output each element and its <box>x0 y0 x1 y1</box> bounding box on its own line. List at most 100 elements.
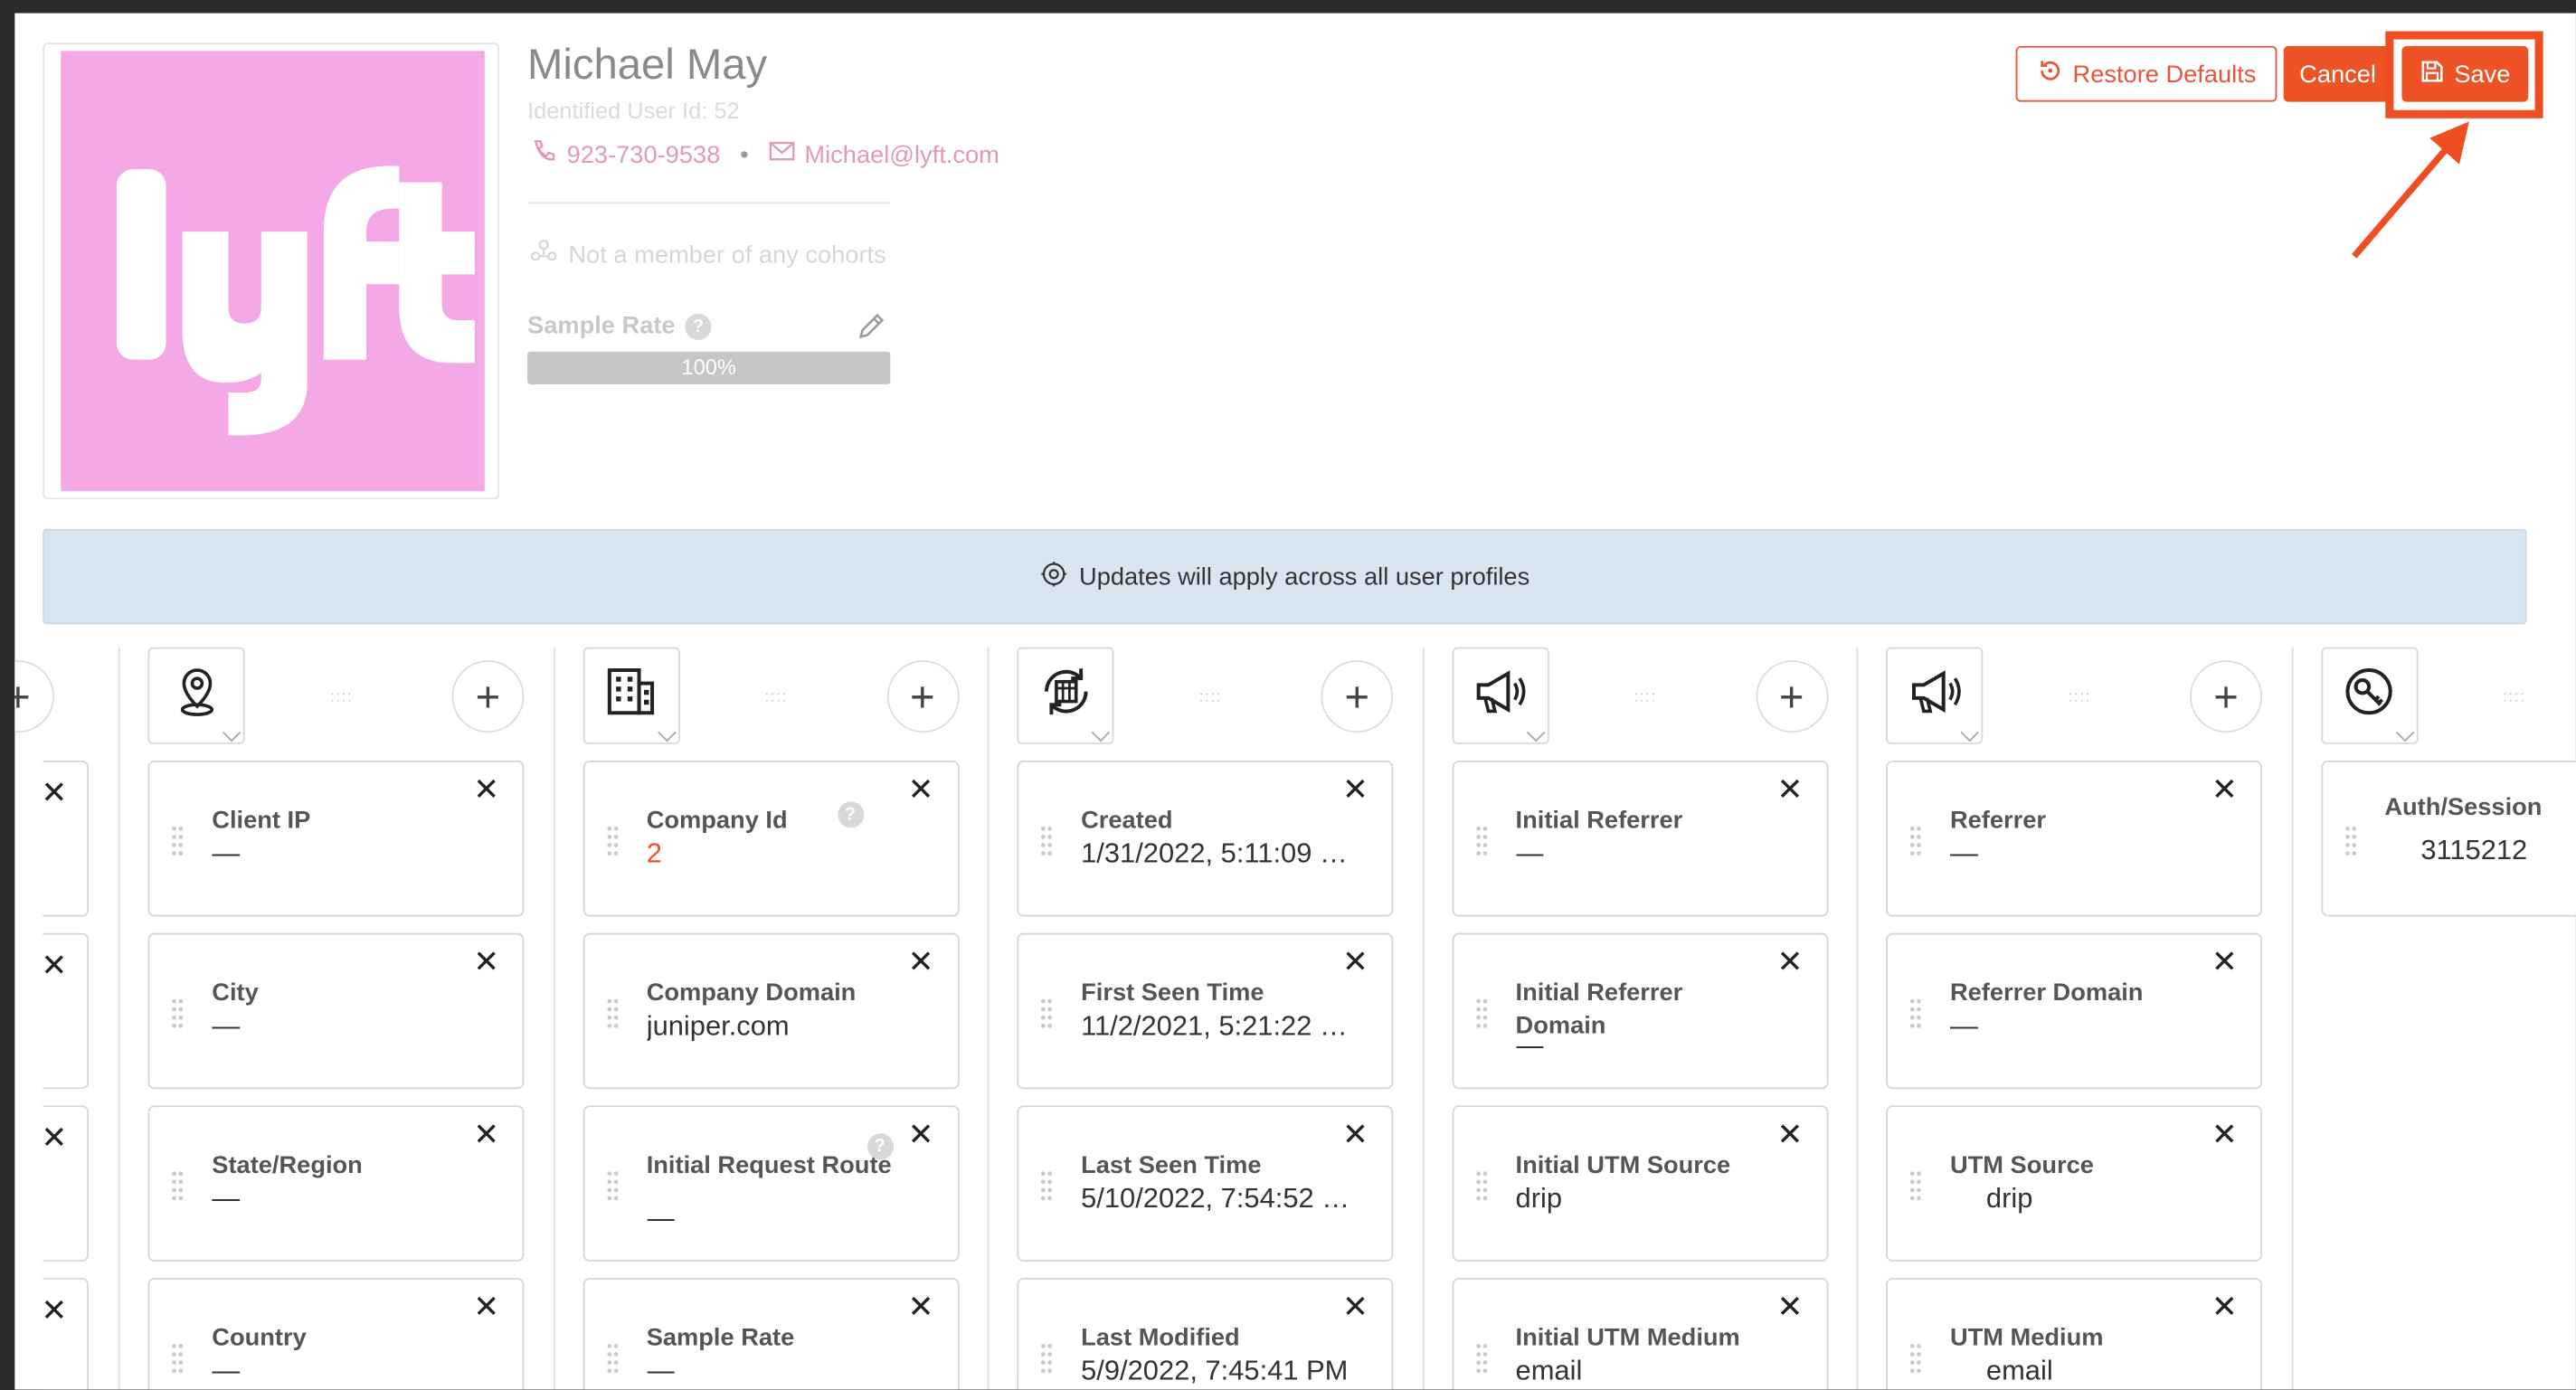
remove-property-icon[interactable]: ✕ <box>473 775 499 807</box>
remove-property-icon[interactable]: ✕ <box>1776 1121 1803 1152</box>
property-card[interactable]: ✕ Initial UTM Medium email <box>1451 1278 1828 1390</box>
column-calendar-refresh-selector[interactable] <box>1017 647 1114 744</box>
remove-property-icon[interactable]: ✕ <box>2211 1121 2238 1152</box>
column-drag-handle[interactable]: :::: <box>1199 689 1222 704</box>
drag-grip-icon[interactable] <box>1039 1169 1054 1203</box>
remove-property-icon[interactable]: ✕ <box>41 1121 67 1158</box>
remove-property-icon[interactable]: ✕ <box>908 1121 934 1152</box>
remove-property-icon[interactable]: ✕ <box>473 948 499 979</box>
remove-property-icon[interactable]: ✕ <box>2211 1292 2238 1324</box>
column-drag-handle[interactable]: :::: <box>330 689 353 704</box>
add-property-button[interactable]: + <box>886 660 959 733</box>
property-card[interactable]: ✕Auth/Session3115212 <box>2320 760 2576 917</box>
property-card[interactable]: ✕ Initial Referrer Domain — <box>1451 932 1828 1090</box>
remove-property-icon[interactable]: ✕ <box>1342 775 1368 807</box>
phone-link[interactable]: 923-730-9538 <box>567 140 721 168</box>
remove-property-icon[interactable]: ✕ <box>908 775 934 807</box>
drag-grip-icon[interactable] <box>170 1341 185 1376</box>
property-value: 11/2/2021, 5:21:22 … <box>1081 1010 1348 1042</box>
column-drag-handle[interactable]: :::: <box>2069 689 2091 704</box>
drag-grip-icon[interactable] <box>1039 997 1054 1030</box>
remove-property-icon[interactable]: ✕ <box>1776 775 1803 807</box>
drag-grip-icon[interactable] <box>1039 1341 1054 1376</box>
column-drag-handle[interactable]: :::: <box>2503 689 2525 704</box>
property-card[interactable]: ✕ UTM Medium email <box>1886 1278 2263 1390</box>
column-location-pin-selector[interactable] <box>147 647 245 744</box>
drag-grip-icon[interactable] <box>1474 824 1488 858</box>
help-icon[interactable]: ? <box>867 1133 894 1160</box>
property-card[interactable]: ✕ UTM Source drip <box>1886 1105 2263 1262</box>
add-property-button[interactable]: + <box>1755 660 1828 733</box>
add-property-button[interactable]: + <box>14 660 54 733</box>
remove-property-icon[interactable]: ✕ <box>41 1292 67 1330</box>
property-card[interactable]: ✕ Created 1/31/2022, 5:11:09 … <box>1017 760 1394 917</box>
remove-property-icon[interactable]: ✕ <box>908 948 934 979</box>
key-icon <box>2341 664 2397 728</box>
column-building-selector[interactable] <box>582 647 680 744</box>
drag-grip-icon[interactable] <box>605 1169 619 1203</box>
remove-property-icon[interactable]: ✕ <box>1776 948 1803 979</box>
remove-property-icon[interactable]: ✕ <box>1342 1121 1368 1152</box>
property-card[interactable]: ✕ Client IP — <box>147 760 525 917</box>
remove-property-icon[interactable]: ✕ <box>1776 1292 1803 1324</box>
drag-grip-icon[interactable] <box>1474 1169 1488 1203</box>
drag-grip-icon[interactable] <box>170 824 185 858</box>
drag-grip-icon[interactable] <box>170 1169 185 1203</box>
property-card[interactable]: ✕ Initial Request Route —? <box>582 1105 959 1262</box>
drag-grip-icon[interactable] <box>1474 1341 1488 1376</box>
add-property-button[interactable]: + <box>1321 660 1394 733</box>
drag-grip-icon[interactable] <box>170 997 185 1030</box>
drag-grip-icon[interactable] <box>2343 824 2357 858</box>
remove-property-icon[interactable]: ✕ <box>2211 948 2238 979</box>
edit-pencil-icon[interactable] <box>856 312 886 342</box>
property-card[interactable]: ✕ Company Id 2? <box>582 760 959 917</box>
email-link[interactable]: Michael@lyft.com <box>804 140 999 168</box>
column-megaphone-selector[interactable] <box>1886 647 1984 744</box>
column-megaphone-selector[interactable] <box>1451 647 1548 744</box>
help-icon[interactable]: ? <box>837 801 864 828</box>
remove-property-icon[interactable]: ✕ <box>41 948 67 986</box>
property-card[interactable]: ✕ Company Domain juniper.com <box>582 932 959 1090</box>
property-card[interactable]: ✕ State/Region — <box>147 1105 525 1262</box>
column-drag-handle[interactable]: :::: <box>764 689 787 704</box>
drag-grip-icon[interactable] <box>1908 1169 1923 1203</box>
column-drag-handle[interactable]: :::: <box>1634 689 1656 704</box>
chevron-down-icon <box>1091 723 1111 742</box>
column-key-selector[interactable] <box>2320 647 2418 744</box>
property-card[interactable]: ✕ Referrer Domain — <box>1886 932 2263 1090</box>
add-property-button[interactable]: + <box>451 660 525 733</box>
remove-property-icon[interactable]: ✕ <box>1342 1292 1368 1324</box>
drag-grip-icon[interactable] <box>1908 824 1923 858</box>
property-card[interactable]: ✕ Sample Rate — <box>582 1278 959 1390</box>
property-card[interactable]: ✕ City — <box>147 932 525 1090</box>
restore-defaults-button[interactable]: Restore Defaults <box>2015 45 2278 102</box>
drag-grip-icon[interactable] <box>605 997 619 1030</box>
drag-grip-icon[interactable] <box>605 824 619 858</box>
property-label: Initial Referrer <box>1515 806 1683 835</box>
drag-grip-icon[interactable] <box>1908 1341 1923 1376</box>
remove-property-icon[interactable]: ✕ <box>908 1292 934 1324</box>
property-card[interactable]: ✕ Last Modified 5/9/2022, 7:45:41 PM <box>1017 1278 1394 1390</box>
property-card[interactable]: ✕ Country — <box>147 1278 525 1390</box>
property-value: — <box>1515 837 1544 869</box>
drag-grip-icon[interactable] <box>1039 824 1054 858</box>
separator-dot: • <box>740 140 749 169</box>
property-card[interactable]: ✕ Initial Referrer — <box>1451 760 1828 917</box>
remove-property-icon[interactable]: ✕ <box>41 775 67 813</box>
remove-property-icon[interactable]: ✕ <box>2211 775 2238 807</box>
drag-grip-icon[interactable] <box>605 1341 619 1376</box>
cancel-button[interactable]: Cancel <box>2283 45 2392 102</box>
add-property-button[interactable]: + <box>2190 660 2263 733</box>
property-card[interactable]: ✕ Referrer — <box>1886 760 2263 917</box>
drag-grip-icon[interactable] <box>1908 997 1923 1030</box>
remove-property-icon[interactable]: ✕ <box>473 1292 499 1324</box>
drag-grip-icon[interactable] <box>1474 997 1488 1030</box>
property-card[interactable]: ✕ Last Seen Time 5/10/2022, 7:54:52 … <box>1017 1105 1394 1262</box>
remove-property-icon[interactable]: ✕ <box>1342 948 1368 979</box>
property-card[interactable]: ✕ Initial UTM Source drip <box>1451 1105 1828 1262</box>
property-card[interactable]: ✕ First Seen Time 11/2/2021, 5:21:22 … <box>1017 932 1394 1090</box>
user-id: Identified User Id: 52 <box>527 97 740 124</box>
remove-property-icon[interactable]: ✕ <box>473 1121 499 1152</box>
help-icon[interactable]: ? <box>685 313 712 340</box>
property-value: — <box>1949 1010 1978 1042</box>
